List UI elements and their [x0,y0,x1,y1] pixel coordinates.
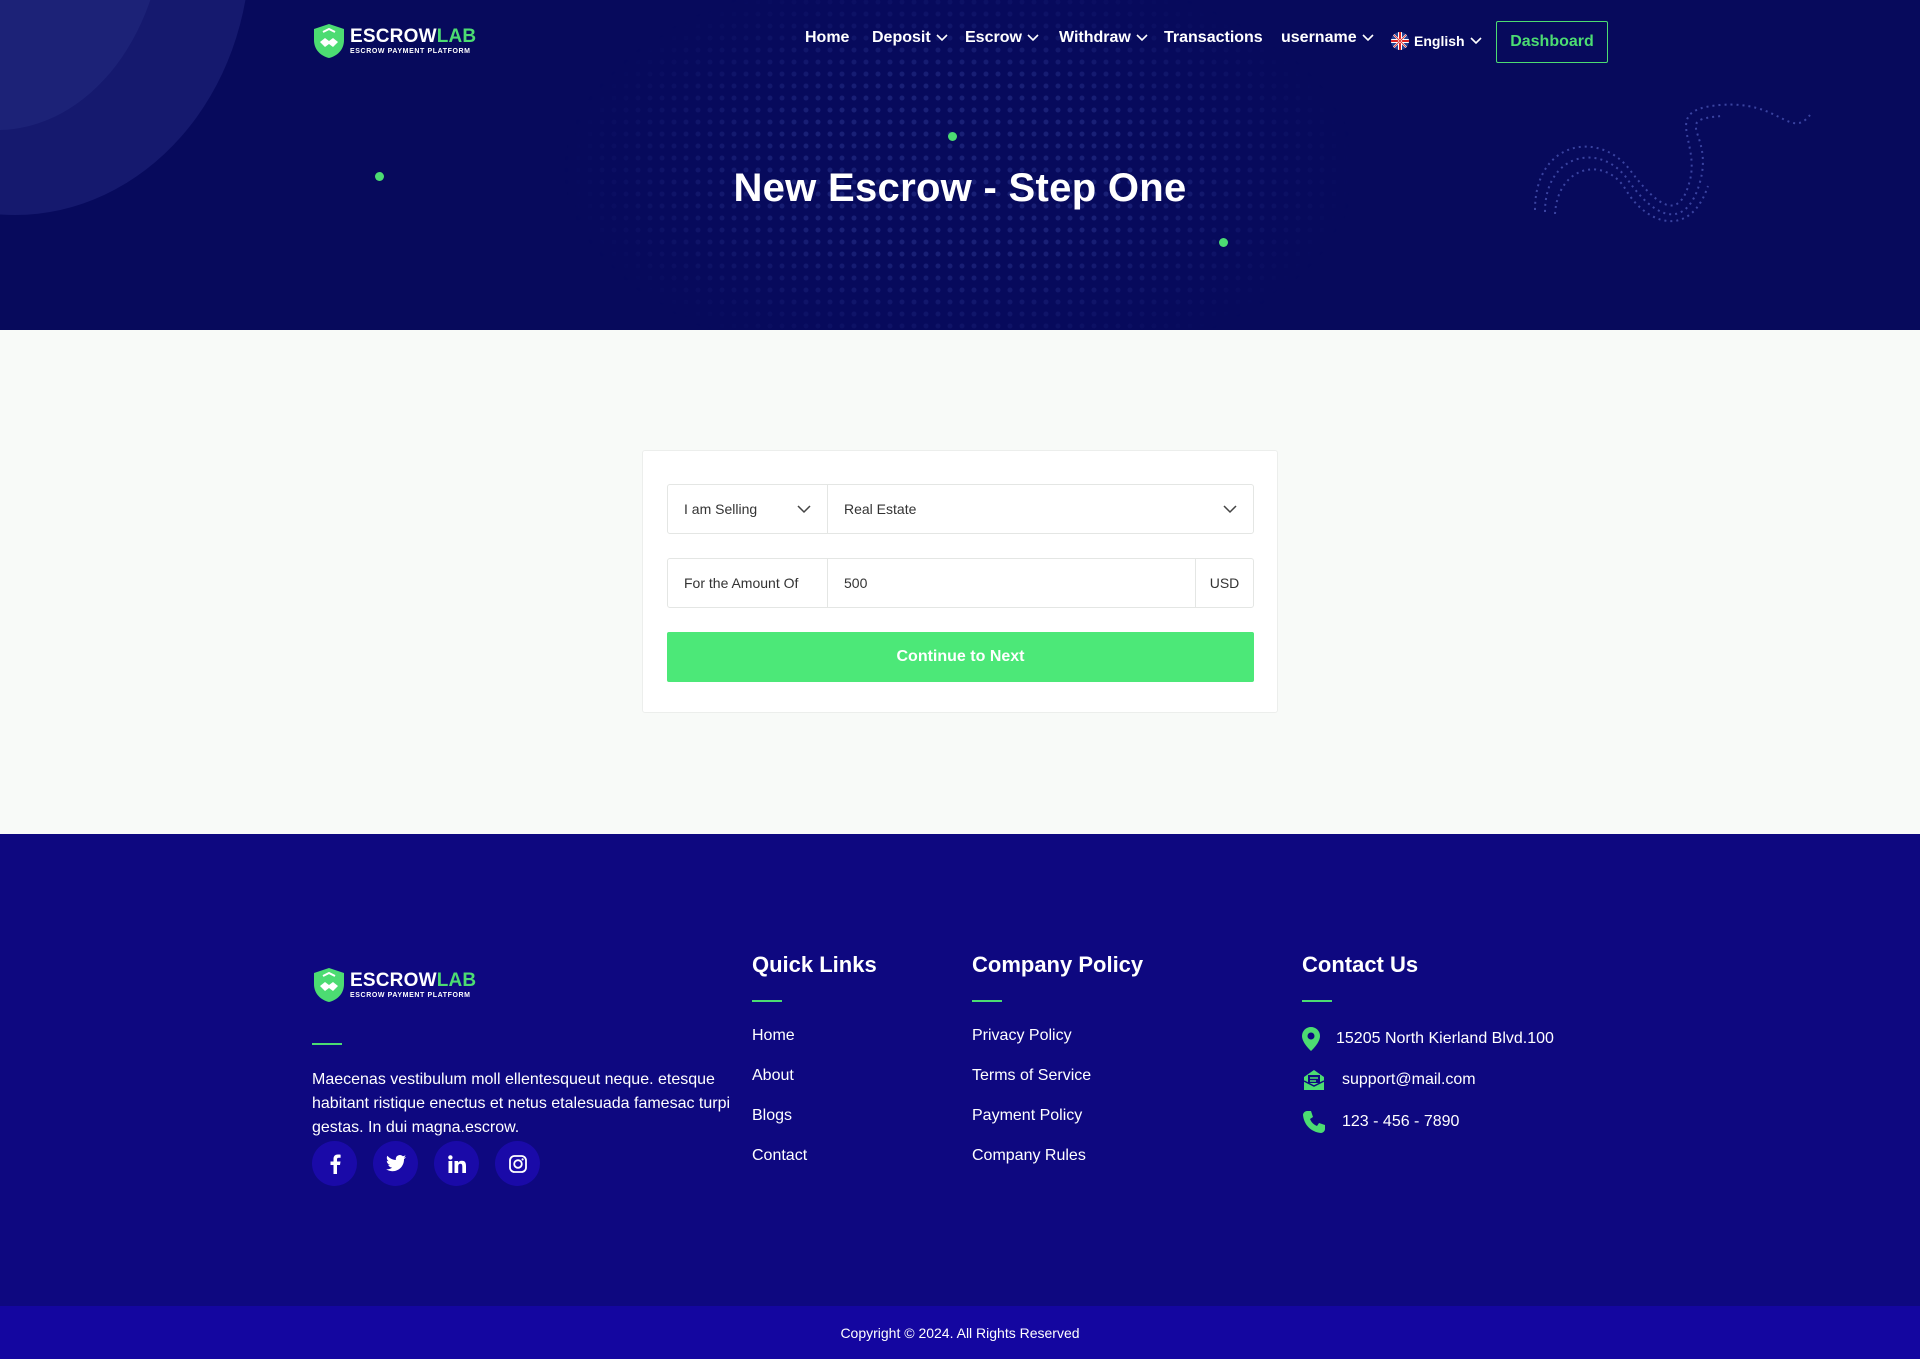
brand-name: ESCROWLAB [350,26,477,47]
uk-flag-icon [1391,32,1409,50]
category-select-value: Real Estate [844,501,917,517]
footer-link-blogs[interactable]: Blogs [752,1096,877,1136]
footer-logo[interactable]: ESCROWLAB ESCROW PAYMENT PLATFORM [312,967,476,1003]
hero-banner: ESCROWLAB ESCROW PAYMENT PLATFORM Home D… [0,0,1920,330]
chevron-down-icon [1223,504,1237,513]
shield-logo-icon [314,24,344,58]
language-switcher-wrap: English [1391,32,1482,50]
decor-green-dot [948,132,957,141]
footer-link-payment-policy[interactable]: Payment Policy [972,1096,1143,1136]
amount-row: For the Amount Of USD [667,558,1254,608]
escrow-form-card: I am Selling Real Estate For the Amount … [642,450,1278,713]
contact-title: Contact Us [1302,952,1419,977]
footer-about-text: Maecenas vestibulum moll ellentesqueut n… [312,1071,731,1136]
footer-link-about[interactable]: About [752,1056,877,1096]
main-menu-withdraw: Withdraw [1059,29,1148,47]
quick-links-title: Quick Links [752,952,877,977]
nav-escrow-label: Escrow [965,29,1022,46]
page-title: New Escrow - Step One [733,166,1187,210]
footer-company-policy: Company Policy Privacy Policy Terms of S… [972,952,1143,1176]
escrow-type-row: I am Selling Real Estate [667,484,1254,534]
chevron-down-icon [936,34,948,42]
social-facebook[interactable] [312,1141,357,1186]
footer: ESCROWLAB ESCROW PAYMENT PLATFORM Quick … [0,834,1920,1306]
decor-green-dot [1219,238,1228,247]
contact-phone[interactable]: 123 - 456 - 7890 [1302,1110,1459,1134]
chevron-down-icon [1469,37,1482,45]
footer-brand-name: ESCROWLAB [350,970,477,991]
nav-transactions[interactable]: Transactions [1164,29,1263,47]
nav-deposit[interactable]: Deposit [872,29,948,47]
footer-divider [972,1000,1002,1002]
footer-quick-links: Quick Links Home About Blogs Contact [752,952,877,1176]
nav-escrow[interactable]: Escrow [965,29,1039,47]
contact-address-text: 15205 North Kierland Blvd.100 [1336,1030,1554,1047]
chevron-down-icon [1362,34,1374,42]
contact-phone-text: 123 - 456 - 7890 [1342,1113,1460,1130]
category-select[interactable]: Real Estate [828,485,1253,533]
brand-tagline: ESCROW PAYMENT PLATFORM [350,48,471,55]
main-menu-escrow: Escrow [965,29,1039,47]
language-label: English [1414,33,1465,49]
map-pin-icon [1302,1027,1320,1051]
footer-link-contact[interactable]: Contact [752,1136,877,1176]
contact-email[interactable]: support@mail.com [1302,1069,1476,1091]
social-instagram[interactable] [495,1141,540,1186]
main-menu-transactions: Transactions [1164,29,1263,47]
nav-username-label: username [1281,29,1357,46]
contact-address: 15205 North Kierland Blvd.100 [1302,1027,1554,1051]
footer-link-company-rules[interactable]: Company Rules [972,1136,1143,1176]
chevron-down-icon [1136,34,1148,42]
continue-button[interactable]: Continue to Next [667,632,1254,682]
footer-divider [752,1000,782,1002]
footer-brand-tagline: ESCROW PAYMENT PLATFORM [350,992,471,999]
chevron-down-icon [797,504,811,513]
chevron-down-icon [1027,34,1039,42]
mail-icon [1303,1070,1325,1090]
footer-divider [1302,1000,1332,1002]
amount-label: For the Amount Of [668,559,828,607]
copyright-text: Copyright © 2024. All Rights Reserved [840,1324,1080,1341]
social-links [312,1141,540,1186]
role-select[interactable]: I am Selling [668,485,828,533]
nav-transactions-label: Transactions [1164,29,1263,46]
social-twitter[interactable] [373,1141,418,1186]
footer-link-privacy[interactable]: Privacy Policy [972,1016,1143,1056]
nav-withdraw[interactable]: Withdraw [1059,29,1148,47]
footer-contact: Contact Us [1302,952,1418,1002]
company-policy-title: Company Policy [972,952,1144,977]
footer-divider [312,1043,342,1045]
twitter-icon [385,1155,406,1172]
nav-home[interactable]: Home [805,29,849,47]
footer-link-terms[interactable]: Terms of Service [972,1056,1143,1096]
social-linkedin[interactable] [434,1141,479,1186]
instagram-icon [508,1154,527,1173]
footer-link-home[interactable]: Home [752,1016,877,1056]
nav-deposit-label: Deposit [872,29,931,46]
top-navbar: ESCROWLAB ESCROW PAYMENT PLATFORM Home D… [0,0,1920,84]
nav-user-menu[interactable]: username [1281,29,1374,47]
main-menu-deposit: Deposit [872,29,948,47]
contact-email-text: support@mail.com [1342,1071,1476,1088]
phone-icon [1303,1111,1325,1133]
nav-withdraw-label: Withdraw [1059,29,1131,46]
header-logo[interactable]: ESCROWLAB ESCROW PAYMENT PLATFORM [312,23,476,59]
main-menu-user: username [1281,29,1374,47]
dashboard-button[interactable]: Dashboard [1496,21,1608,63]
copyright-bar: Copyright © 2024. All Rights Reserved [0,1306,1920,1359]
role-select-value: I am Selling [684,501,758,517]
currency-label: USD [1195,559,1253,607]
nav-home-label: Home [805,29,850,46]
shield-logo-icon [314,968,344,1002]
linkedin-icon [447,1154,466,1173]
facebook-icon [330,1154,341,1174]
language-switcher[interactable]: English [1391,32,1482,50]
amount-input[interactable] [828,559,1195,607]
main-menu: Home [805,29,849,47]
